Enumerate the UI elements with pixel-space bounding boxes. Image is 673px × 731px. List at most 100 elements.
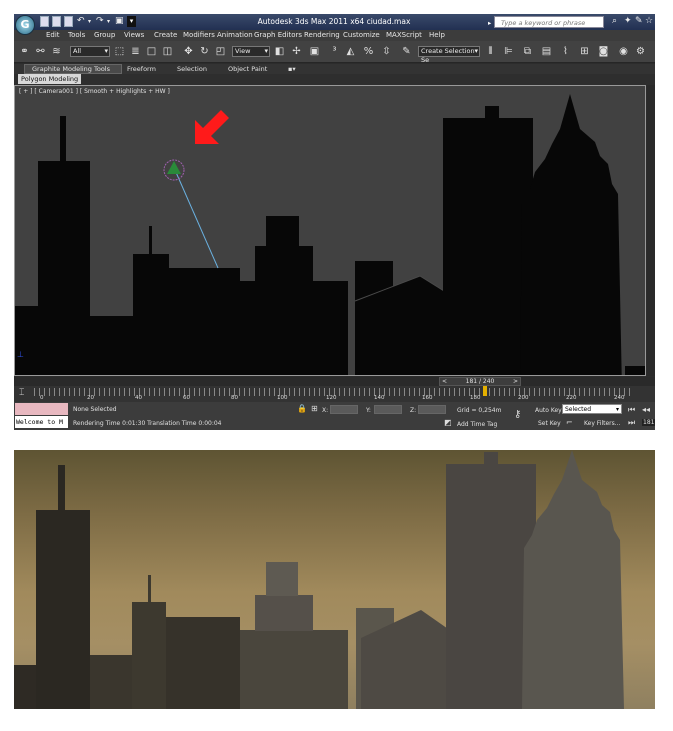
camera-viewport[interactable]: [ + ] [ Camera001 ] [ Smooth + Highlight… (14, 85, 646, 376)
layer-manager-icon[interactable]: ⧉ (521, 45, 534, 58)
select-manipulate-icon[interactable]: ✢ (290, 45, 303, 58)
prev-frame-button[interactable]: < (442, 378, 447, 385)
viewport-label[interactable]: [ + ] [ Camera001 ] [ Smooth + Highlight… (19, 88, 170, 95)
menu-group[interactable]: Group (94, 31, 115, 39)
curve-editor-icon[interactable]: ⌇ (559, 45, 572, 58)
main-toolbar: ⚭ ⚯ ≋ All ⬚ ≣ □ ◫ ✥ ↻ ◰ View ◧ ✢ ▣ ³ ◭ %… (14, 41, 655, 64)
menu-edit[interactable]: Edit (46, 31, 60, 39)
move-icon[interactable]: ✥ (182, 45, 195, 58)
edit-named-selection-icon[interactable]: ✎ (400, 45, 413, 58)
previous-frame-icon[interactable]: ◂◂ (642, 405, 650, 414)
link-icon[interactable]: ⚭ (18, 45, 31, 58)
viewport-edge-scroll[interactable] (647, 85, 655, 376)
current-time-marker[interactable] (482, 386, 487, 396)
frame-indicator[interactable]: < 181 / 240 > (439, 377, 521, 386)
bind-space-warp-icon[interactable]: ≋ (50, 45, 63, 58)
application-menu-button[interactable]: G (15, 15, 35, 35)
subscription-icon[interactable]: ✦ (624, 16, 632, 26)
reference-coordinate-dropdown[interactable]: View (232, 46, 270, 57)
percent-snap-icon[interactable]: % (362, 45, 375, 58)
x-coordinate-field[interactable] (330, 405, 358, 414)
time-slider[interactable]: < 181 / 240 > (14, 377, 655, 386)
mirror-icon[interactable]: ⫴ (484, 45, 497, 58)
maxscript-listener-input[interactable]: Welcome to M (15, 416, 68, 428)
rendered-frame-window-icon[interactable]: ⚙ (634, 45, 647, 58)
ribbon-options-icon[interactable]: ▪▾ (288, 65, 296, 73)
key-icon[interactable]: ⚷ (514, 409, 521, 420)
spinner-snap-icon[interactable]: ⇳ (380, 45, 393, 58)
set-key-button[interactable]: Set Key (538, 420, 561, 427)
tab-object-paint[interactable]: Object Paint (228, 65, 267, 73)
angle-snap-icon[interactable]: ◭ (344, 45, 357, 58)
window-crossing-icon[interactable]: ◫ (161, 45, 174, 58)
rectangular-selection-icon[interactable]: □ (145, 45, 158, 58)
menu-create[interactable]: Create (154, 31, 177, 39)
keyboard-shortcut-override-icon[interactable]: ▣ (308, 45, 321, 58)
go-to-start-icon[interactable]: ⏮ (628, 405, 635, 415)
track-bar[interactable]: ⌶ 0 20 40 60 80 100 120 140 160 180 200 … (14, 386, 655, 402)
key-mode-dropdown[interactable]: Selected (562, 404, 622, 414)
next-frame-button[interactable]: > (513, 378, 518, 385)
redo-dropdown-icon[interactable]: ▾ (107, 18, 110, 25)
z-coordinate-field[interactable] (418, 405, 446, 414)
maxscript-output[interactable] (15, 403, 68, 415)
grid-size: Grid = 0,254m (457, 407, 502, 414)
menu-animation[interactable]: Animation (217, 31, 253, 39)
align-icon[interactable]: ⊫ (502, 45, 515, 58)
tick-label: 80 (231, 395, 238, 401)
y-coordinate-field[interactable] (374, 405, 402, 414)
tab-graphite-modeling-tools[interactable]: Graphite Modeling Tools (32, 65, 110, 73)
menu-customize[interactable]: Customize (343, 31, 380, 39)
time-tag-icon[interactable]: ◩ (444, 418, 452, 427)
menu-rendering[interactable]: Rendering (304, 31, 340, 39)
redo-icon[interactable]: ↷ (96, 16, 104, 26)
selection-status: None Selected (73, 406, 117, 413)
add-time-tag-button[interactable]: Add Time Tag (457, 421, 497, 428)
pivot-center-icon[interactable]: ◧ (273, 45, 286, 58)
select-object-icon[interactable]: ⬚ (113, 45, 126, 58)
auto-key-button[interactable]: Auto Key (535, 407, 562, 414)
new-file-icon[interactable] (40, 16, 49, 27)
undo-dropdown-icon[interactable]: ▾ (88, 18, 91, 25)
unlink-icon[interactable]: ⚯ (34, 45, 47, 58)
tick-label: 220 (566, 395, 577, 401)
save-file-icon[interactable] (64, 16, 73, 27)
menu-modifiers[interactable]: Modifiers (183, 31, 215, 39)
search-input[interactable]: Type a keyword or phrase (488, 16, 604, 29)
communication-icon[interactable]: ✎ (635, 16, 643, 26)
menu-maxscript[interactable]: MAXScript (386, 31, 422, 39)
menu-views[interactable]: Views (124, 31, 144, 39)
tab-freeform[interactable]: Freeform (127, 65, 156, 73)
x-label: X: (322, 407, 329, 414)
rotate-icon[interactable]: ↻ (198, 45, 211, 58)
lock-selection-icon[interactable]: 🔒 (297, 404, 307, 413)
select-by-name-icon[interactable]: ≣ (129, 45, 142, 58)
quick-access-dropdown-icon[interactable]: ▾ (127, 16, 136, 27)
default-tangents-icon[interactable]: ⌐ (566, 418, 573, 427)
menu-help[interactable]: Help (429, 31, 445, 39)
subtab-polygon-modeling[interactable]: Polygon Modeling (18, 74, 82, 84)
absolute-mode-icon[interactable]: ⊞ (311, 404, 318, 413)
key-filters-button[interactable]: Key Filters... (584, 420, 621, 427)
undo-icon[interactable]: ↶ (77, 16, 85, 26)
selection-filter-dropdown[interactable]: All (70, 46, 110, 57)
named-selection-dropdown[interactable]: Create Selection Se (418, 46, 480, 64)
menu-tools[interactable]: Tools (68, 31, 85, 39)
binoculars-icon[interactable]: ⌕ (612, 16, 617, 26)
schematic-view-icon[interactable]: ⊞ (578, 45, 591, 58)
mini-curve-editor-icon[interactable]: ⌶ (19, 388, 29, 398)
window-title: Autodesk 3ds Max 2011 x64 ciudad.max (257, 17, 411, 26)
render-setup-icon[interactable]: ◉ (617, 45, 630, 58)
camera-gizmo[interactable] (15, 86, 646, 376)
tab-selection[interactable]: Selection (177, 65, 207, 73)
key-mode-toggle-icon[interactable]: ⏭ (628, 418, 635, 428)
project-folder-icon[interactable]: ▣ (115, 16, 124, 26)
material-editor-icon[interactable]: ◙ (597, 45, 610, 58)
graphite-toggle-icon[interactable]: ▤ (540, 45, 553, 58)
menu-graph-editors[interactable]: Graph Editors (254, 31, 302, 39)
snaps-toggle-icon[interactable]: ³ (328, 45, 341, 58)
current-frame-field[interactable]: 181 (642, 419, 655, 426)
favorites-icon[interactable]: ☆ (645, 16, 653, 26)
scale-icon[interactable]: ◰ (214, 45, 227, 58)
open-file-icon[interactable] (52, 16, 61, 27)
